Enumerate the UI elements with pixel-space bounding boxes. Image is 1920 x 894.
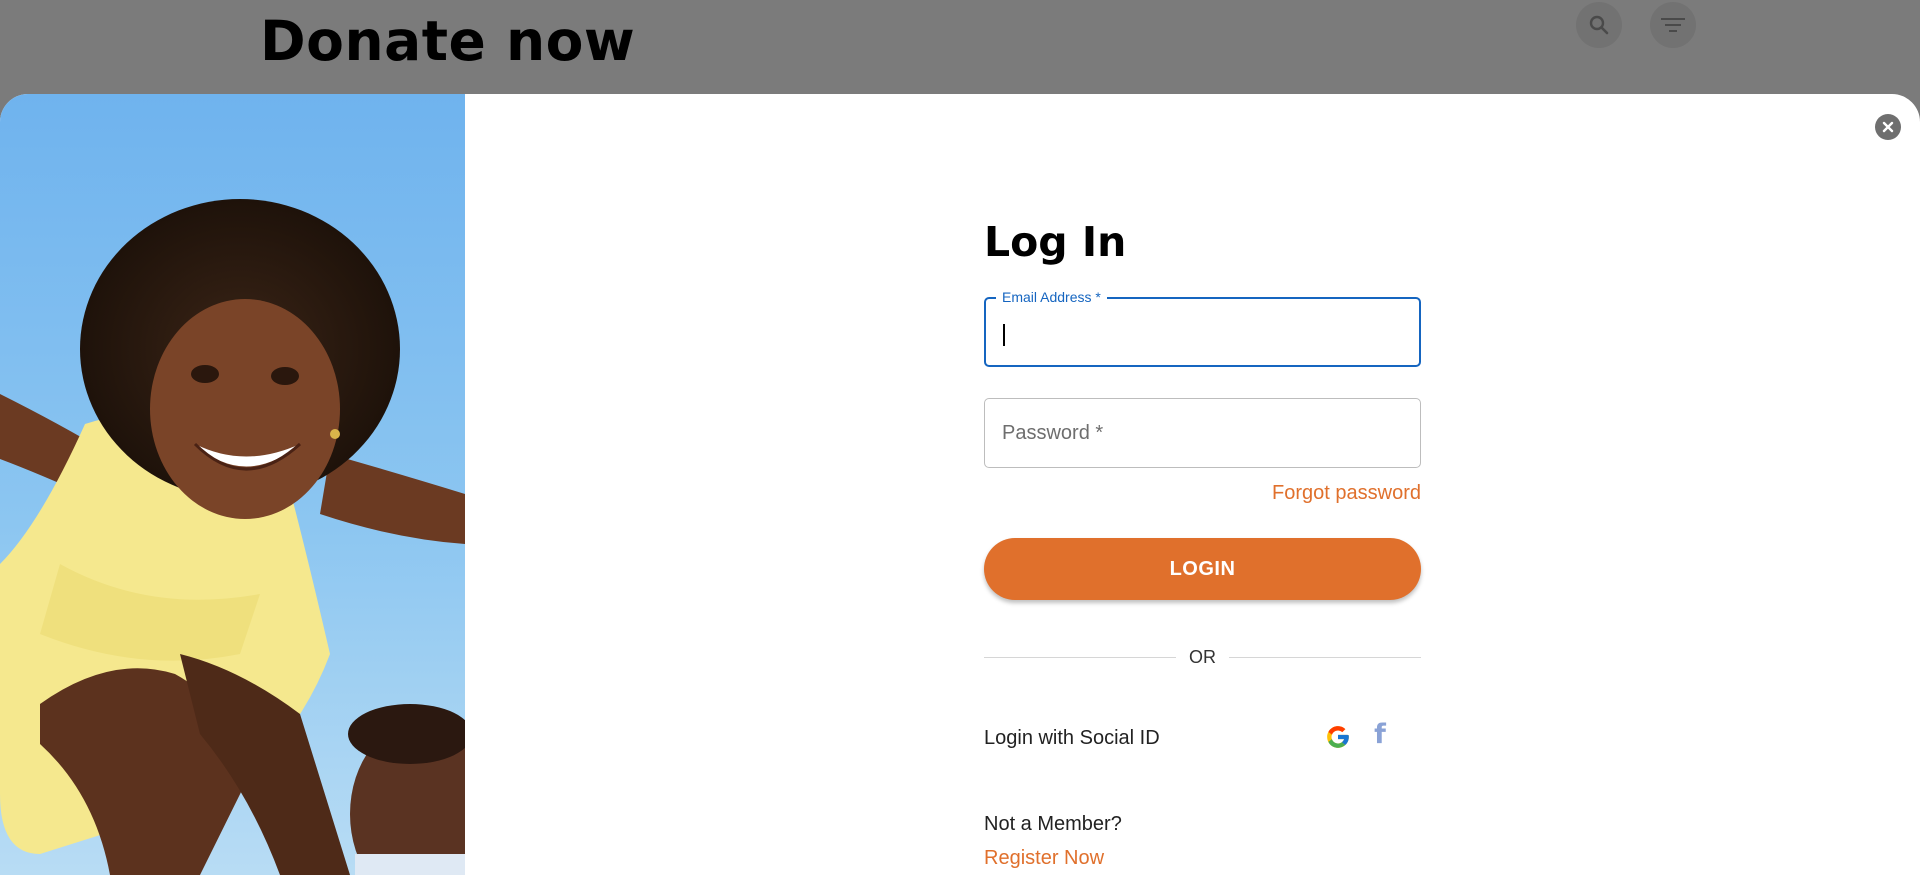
background-header: Donate now	[0, 0, 1920, 100]
close-button[interactable]	[1875, 114, 1901, 140]
forgot-password-link[interactable]: Forgot password	[1272, 481, 1421, 505]
page-title: Donate now	[260, 9, 636, 73]
email-field[interactable]: Email Address *	[984, 288, 1421, 367]
social-login-label: Login with Social ID	[984, 727, 1160, 749]
register-now-link[interactable]: Register Now	[984, 846, 1104, 870]
text-cursor	[1003, 324, 1005, 346]
filter-icon	[1661, 18, 1685, 32]
password-field[interactable]: Password *	[984, 398, 1421, 468]
or-divider: OR	[984, 645, 1421, 669]
email-label: Email Address *	[996, 288, 1107, 306]
hero-image	[0, 94, 465, 875]
password-placeholder: Password *	[1002, 422, 1104, 444]
divider-line-right	[1229, 657, 1421, 658]
email-input[interactable]	[1002, 315, 1406, 351]
search-icon	[1589, 15, 1609, 35]
filter-button[interactable]	[1650, 2, 1696, 48]
child-being-lifted-photo	[0, 94, 465, 875]
close-icon	[1882, 121, 1894, 133]
facebook-login-button[interactable]: f	[1368, 720, 1392, 750]
search-button[interactable]	[1576, 2, 1622, 48]
facebook-icon: f	[1374, 719, 1386, 750]
login-button[interactable]: LOGIN	[984, 538, 1421, 600]
login-modal: Log In Email Address * Password * Forgot…	[0, 94, 1920, 894]
login-title: Log In	[984, 218, 1127, 266]
google-icon	[1327, 726, 1349, 748]
google-login-button[interactable]	[1325, 724, 1351, 750]
not-member-text: Not a Member?	[984, 813, 1122, 835]
